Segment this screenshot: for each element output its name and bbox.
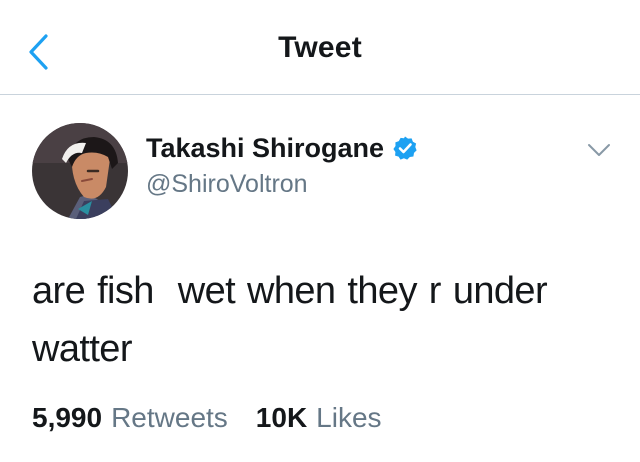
- tweet-stats: 5,990 Retweets 10K Likes: [32, 402, 382, 434]
- verified-badge-icon: [393, 136, 417, 160]
- likes-count: 10K: [255, 402, 308, 433]
- avatar[interactable]: [32, 123, 128, 219]
- display-name: Takashi Shirogane: [146, 132, 385, 163]
- chevron-down-icon: [588, 144, 610, 156]
- author-handle[interactable]: @ShiroVoltron: [146, 170, 308, 199]
- tweet-text: are fish wet when they r under watter: [32, 270, 559, 370]
- retweets-stat[interactable]: 5,990 Retweets: [32, 402, 228, 434]
- retweets-label: Retweets: [111, 402, 228, 433]
- more-options-button[interactable]: [584, 138, 614, 162]
- likes-stat[interactable]: 10K Likes: [256, 402, 382, 434]
- page-title: Tweet: [278, 31, 362, 64]
- retweets-count: 5,990: [32, 402, 103, 433]
- likes-label: Likes: [316, 402, 382, 433]
- author-name-row[interactable]: Takashi Shirogane: [146, 133, 418, 163]
- navigation-header: Tweet: [0, 0, 640, 95]
- avatar-icon: [32, 123, 128, 219]
